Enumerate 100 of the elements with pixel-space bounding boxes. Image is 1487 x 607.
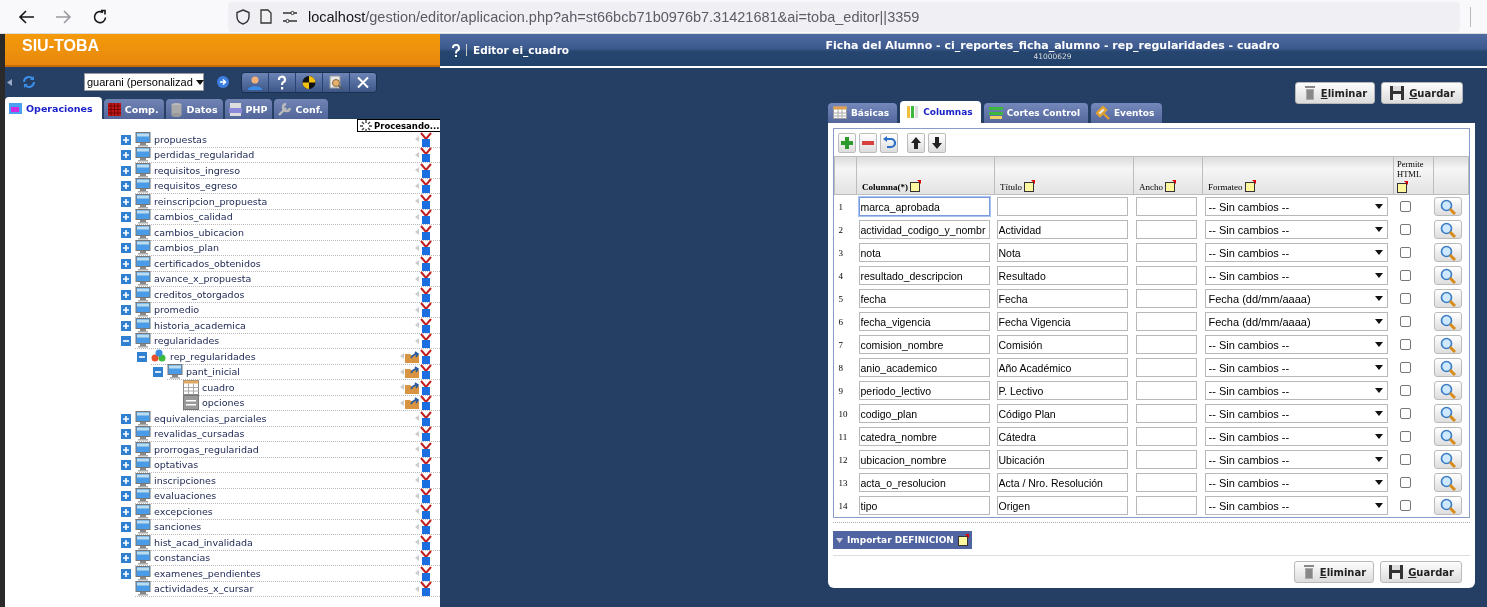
forward-icon[interactable] [55, 8, 72, 25]
format-select[interactable]: -- Sin cambios -- [1204, 496, 1388, 515]
save-button[interactable]: Guardar [1381, 82, 1463, 104]
sidebar-tab[interactable]: Datos [165, 99, 223, 119]
checkbox[interactable] [1399, 431, 1411, 442]
column-name-field[interactable]: comision_nombre [858, 335, 990, 354]
expander-icon[interactable] [137, 351, 147, 362]
sidebar-tab[interactable]: Comp. [103, 99, 164, 119]
checkbox[interactable] [1399, 247, 1411, 258]
title-field[interactable]: P. Lectivo [996, 381, 1128, 400]
folder-arrow-icon[interactable] [405, 396, 419, 410]
edit-icon[interactable] [420, 472, 432, 488]
collapse-arrow-icon[interactable] [7, 78, 12, 86]
delete-button[interactable]: Eliminar [1294, 82, 1376, 104]
sidebar-tab[interactable]: PHP [224, 99, 273, 119]
folder-arrow-icon[interactable] [405, 380, 419, 394]
tree-item[interactable]: equivalencias_parciales [154, 412, 267, 424]
column-name-field[interactable]: periodo_lectivo [858, 381, 990, 400]
format-select[interactable]: -- Sin cambios -- [1204, 404, 1388, 423]
edit-icon[interactable] [420, 441, 432, 457]
edit-icon[interactable] [420, 364, 432, 380]
tree-item[interactable]: actividades_x_cursar [154, 583, 254, 595]
edit-icon[interactable] [420, 519, 432, 535]
title-field[interactable]: Origen [996, 496, 1128, 515]
expander-icon[interactable] [121, 475, 131, 486]
column-name-field[interactable]: marca_aprobada [858, 197, 990, 216]
format-select[interactable]: -- Sin cambios -- [1204, 243, 1388, 262]
add-icon[interactable] [838, 133, 856, 153]
column-name-field[interactable]: anio_academico [858, 358, 990, 377]
tree-item[interactable]: pant_inicial [186, 366, 240, 378]
tree-item[interactable]: requisitos_ingreso [154, 164, 241, 176]
expander-icon[interactable] [121, 243, 131, 254]
search-button[interactable] [1433, 243, 1462, 262]
sidebar-tab[interactable]: Operaciones [5, 97, 102, 119]
width-field[interactable] [1135, 450, 1197, 469]
title-field[interactable]: Código Plan [996, 404, 1128, 423]
search-button[interactable] [1433, 335, 1462, 354]
refresh-icon[interactable] [22, 75, 36, 89]
expander-icon[interactable] [121, 196, 131, 207]
title-field[interactable]: Acta / Nro. Resolución [996, 473, 1128, 492]
edit-icon[interactable] [420, 379, 432, 395]
width-field[interactable] [1135, 243, 1197, 262]
tree-item[interactable]: sanciones [154, 521, 202, 533]
import-definition-button[interactable]: Importar DEFINICION [833, 531, 972, 549]
edit-icon[interactable] [420, 193, 432, 209]
edit-icon[interactable] [420, 410, 432, 426]
expander-icon[interactable] [121, 491, 131, 502]
checkbox[interactable] [1399, 224, 1411, 235]
folder-arrow-icon[interactable] [405, 349, 419, 363]
checkbox[interactable] [1399, 316, 1411, 327]
tree-item[interactable]: requisitos_egreso [154, 180, 238, 192]
expander-icon[interactable] [121, 413, 131, 424]
undo-icon[interactable] [880, 133, 898, 153]
column-name-field[interactable]: fecha_vigencia [858, 312, 990, 331]
checkbox[interactable] [1399, 293, 1411, 304]
expander-icon[interactable] [153, 367, 163, 378]
format-select[interactable]: -- Sin cambios -- [1204, 381, 1388, 400]
column-name-field[interactable]: fecha [858, 289, 990, 308]
sidebar-tab[interactable]: Conf. [274, 99, 328, 119]
tree-item[interactable]: prorrogas_regularidad [154, 443, 259, 455]
edit-icon[interactable] [420, 395, 432, 411]
expander-icon[interactable] [121, 274, 131, 285]
user-icon[interactable] [242, 72, 269, 92]
tree-item[interactable]: rep_regularidades [170, 350, 256, 362]
width-field[interactable] [1135, 427, 1197, 446]
tree-item[interactable]: inscripciones [154, 474, 216, 486]
format-select[interactable]: -- Sin cambios -- [1204, 335, 1388, 354]
tree-item[interactable]: cambios_plan [154, 242, 219, 254]
tree-item[interactable]: reinscripcion_propuesta [154, 195, 268, 207]
reload-icon[interactable] [92, 8, 108, 25]
tree-item[interactable]: optativas [154, 459, 199, 471]
edit-icon[interactable] [420, 565, 432, 581]
title-field[interactable]: Fecha Vigencia [996, 312, 1128, 331]
width-field[interactable] [1135, 197, 1197, 216]
expander-icon[interactable] [121, 553, 131, 564]
expander-icon[interactable] [121, 212, 131, 223]
checkbox[interactable] [1399, 477, 1411, 488]
tree-item[interactable]: regularidades [154, 335, 220, 347]
expander-icon[interactable] [121, 305, 131, 316]
column-name-field[interactable]: nota [858, 243, 990, 262]
edit-icon[interactable] [420, 255, 432, 271]
editor-tab[interactable]: Eventos [1090, 103, 1163, 123]
column-name-field[interactable]: tipo [858, 496, 990, 515]
checkbox[interactable] [1399, 454, 1411, 465]
column-name-field[interactable]: actividad_codigo_y_nombr [858, 220, 990, 239]
expander-icon[interactable] [121, 181, 131, 192]
tree-item[interactable]: certificados_obtenidos [154, 257, 261, 269]
title-field[interactable]: Año Académico [996, 358, 1128, 377]
tree-item[interactable]: propuestas [154, 133, 207, 145]
width-field[interactable] [1135, 220, 1197, 239]
expander-icon[interactable] [121, 165, 131, 176]
tree-item[interactable]: cambios_calidad [154, 211, 233, 223]
tree-item[interactable]: revalidas_cursadas [154, 428, 245, 440]
edit-icon[interactable] [420, 162, 432, 178]
help-icon[interactable] [269, 72, 296, 92]
checkbox[interactable] [1399, 408, 1411, 419]
search-button[interactable] [1433, 496, 1462, 515]
format-select[interactable]: -- Sin cambios -- [1204, 427, 1388, 446]
checkbox[interactable] [1399, 385, 1411, 396]
tree-item[interactable]: cuadro [202, 381, 235, 393]
